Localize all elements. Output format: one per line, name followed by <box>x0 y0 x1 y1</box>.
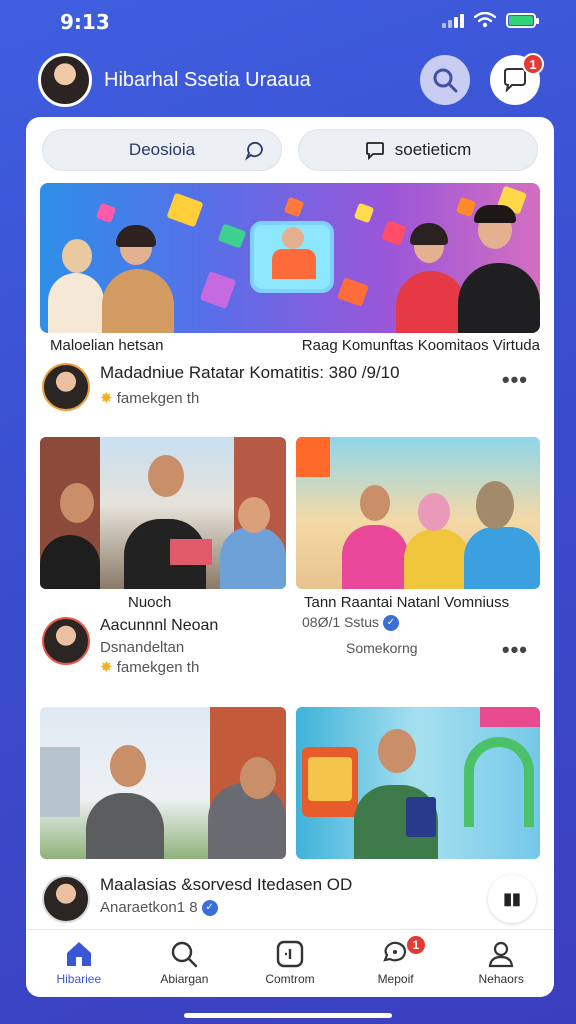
tab-discover-label: Deosioia <box>128 140 196 159</box>
tab-search[interactable]: Abiargan <box>132 930 238 997</box>
app-title: Hibarhal Ssetia Uraaua <box>104 68 311 91</box>
feed-card: Deosioia soetieticm Maloelian hetsan Raa… <box>26 117 554 997</box>
tab-search-label: Abiargan <box>160 972 209 986</box>
status-text: 08Ø/1 Sstus <box>302 614 380 630</box>
tab-home[interactable]: Hibariee <box>26 930 132 997</box>
status-icons <box>442 12 539 28</box>
photo-caption-right: Tann Raantai Natanl Vomniuss <box>304 594 510 611</box>
chat-bubble-icon <box>365 142 384 160</box>
wifi-icon <box>474 12 496 28</box>
top-tabs: Deosioia soetieticm <box>42 129 538 173</box>
chat-icon <box>244 141 263 161</box>
tab-create-label: Comtrom <box>265 972 315 986</box>
hero-caption-left: Maloelian hetsan <box>50 337 164 354</box>
post-meta: Anaraetkon1 8 ✓ <box>100 899 538 917</box>
photo-community-group[interactable] <box>296 437 540 589</box>
tab-messages-label: Mepoif <box>377 972 414 986</box>
post-meta: ✸ famekgen th <box>100 389 538 407</box>
verified-icon: ✓ <box>201 900 218 917</box>
sun-icon: ✸ <box>100 390 113 407</box>
user-avatar[interactable] <box>38 53 92 107</box>
photo-students-reading[interactable] <box>40 437 286 589</box>
post-avatar[interactable] <box>42 875 90 923</box>
search-icon <box>433 68 458 93</box>
profile-icon <box>488 941 514 968</box>
messages-badge: 1 <box>404 934 427 956</box>
status-time: 9:13 <box>60 10 110 34</box>
bottom-tab-bar: Hibariee Abiargan Comtrom 1 Mepoif Nehao… <box>26 929 554 997</box>
post-item[interactable]: Maalasias &sorvesd Itedasen OD Anaraetko… <box>42 875 538 929</box>
notifications-button[interactable]: 1 <box>490 53 544 105</box>
post-subtitle: Dsnandeltan <box>100 639 185 656</box>
post-title: Maalasias &sorvesd Itedasen OD <box>100 875 353 894</box>
status-bar: 9:13 <box>0 0 576 44</box>
photo-caption-left: Nuoch <box>128 594 172 611</box>
photo-students-waving[interactable] <box>40 707 286 859</box>
battery-icon <box>506 12 539 28</box>
post-meta-text: Anaraetkon1 8 <box>100 899 198 916</box>
post-title: Madadniue Ratatar Komatitis: 380 /9/10 <box>100 363 400 382</box>
sun-icon: ✸ <box>100 659 113 676</box>
post-avatar[interactable] <box>42 617 90 665</box>
post-meta-text: famekgen th <box>116 659 200 676</box>
tab-discover[interactable]: Deosioia <box>42 129 282 171</box>
tab-home-label: Hibariee <box>56 972 102 986</box>
tab-profile-label: Nehaors <box>478 972 524 986</box>
tab-create[interactable]: Comtrom <box>237 930 343 997</box>
notification-badge: 1 <box>522 53 544 75</box>
verified-icon: ✓ <box>382 615 399 632</box>
app-header: Hibarhal Ssetia Uraaua 1 <box>38 52 544 108</box>
plus-square-icon <box>276 940 304 968</box>
more-options-icon[interactable]: ••• <box>502 637 528 663</box>
hero-banner-image[interactable] <box>40 183 540 333</box>
hero-captions: Maloelian hetsan Raag Komunftas Koomitao… <box>50 337 540 359</box>
tab-social[interactable]: soetieticm <box>298 129 538 171</box>
home-icon <box>66 942 91 966</box>
post-avatar[interactable] <box>42 363 90 411</box>
status-line: 08Ø/1 Sstus ✓ <box>302 614 399 632</box>
post-meta: ✸ famekgen th <box>100 658 538 676</box>
post-item[interactable]: Madadniue Ratatar Komatitis: 380 /9/10 ✸… <box>42 363 538 417</box>
post-item[interactable]: Aacunnnl Neoan Dsnandeltan ✸ famekgen th <box>42 617 538 676</box>
hero-caption-right: Raag Komunftas Koomitaos Virtuda <box>301 337 540 354</box>
search-icon <box>172 941 198 968</box>
tab-profile[interactable]: Nehaors <box>448 930 554 997</box>
search-button[interactable] <box>420 55 470 105</box>
status-sub: Somekorng <box>346 640 418 656</box>
pause-button[interactable]: ▮▮ <box>488 875 536 923</box>
post-meta-text: famekgen th <box>116 390 200 407</box>
photo-gaming-booth[interactable] <box>296 707 540 859</box>
home-indicator[interactable] <box>184 1013 392 1018</box>
signal-icon <box>442 12 464 28</box>
more-options-icon[interactable]: ••• <box>502 367 528 393</box>
tab-social-label: soetieticm <box>394 140 472 159</box>
tab-messages[interactable]: 1 Mepoif <box>343 930 449 997</box>
